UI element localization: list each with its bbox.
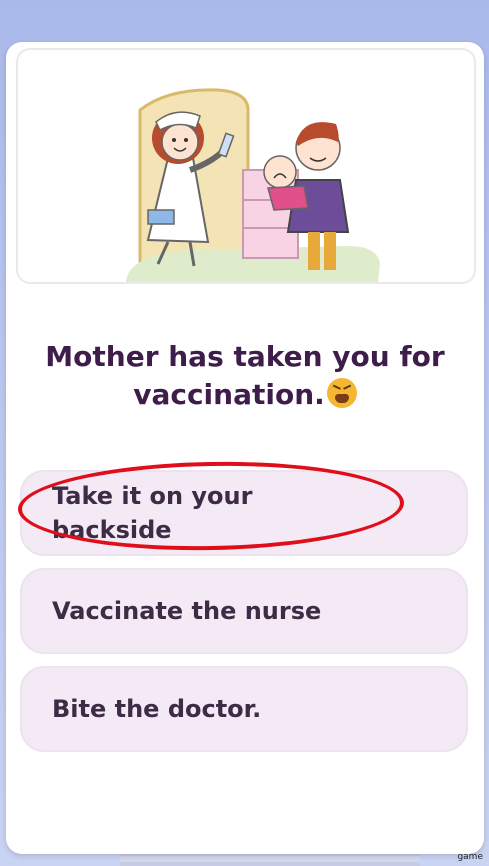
answer-option-3[interactable]: Bite the doctor. <box>20 666 468 752</box>
watermark-label: game <box>457 852 483 862</box>
answer-option-2-label: Vaccinate the nurse <box>52 597 322 625</box>
crying-face-icon <box>326 378 357 408</box>
illustration-frame <box>16 48 476 284</box>
answer-option-1-label: Take it on your backside <box>52 482 253 544</box>
question-label: Mother has taken you for vaccination. <box>45 340 445 411</box>
answer-option-3-label: Bite the doctor. <box>52 695 262 723</box>
question-text: Mother has taken you for vaccination. <box>20 338 470 414</box>
answer-option-2[interactable]: Vaccinate the nurse <box>20 568 468 654</box>
answer-option-1[interactable]: Take it on your backside <box>20 470 468 556</box>
vaccination-illustration <box>126 88 380 282</box>
